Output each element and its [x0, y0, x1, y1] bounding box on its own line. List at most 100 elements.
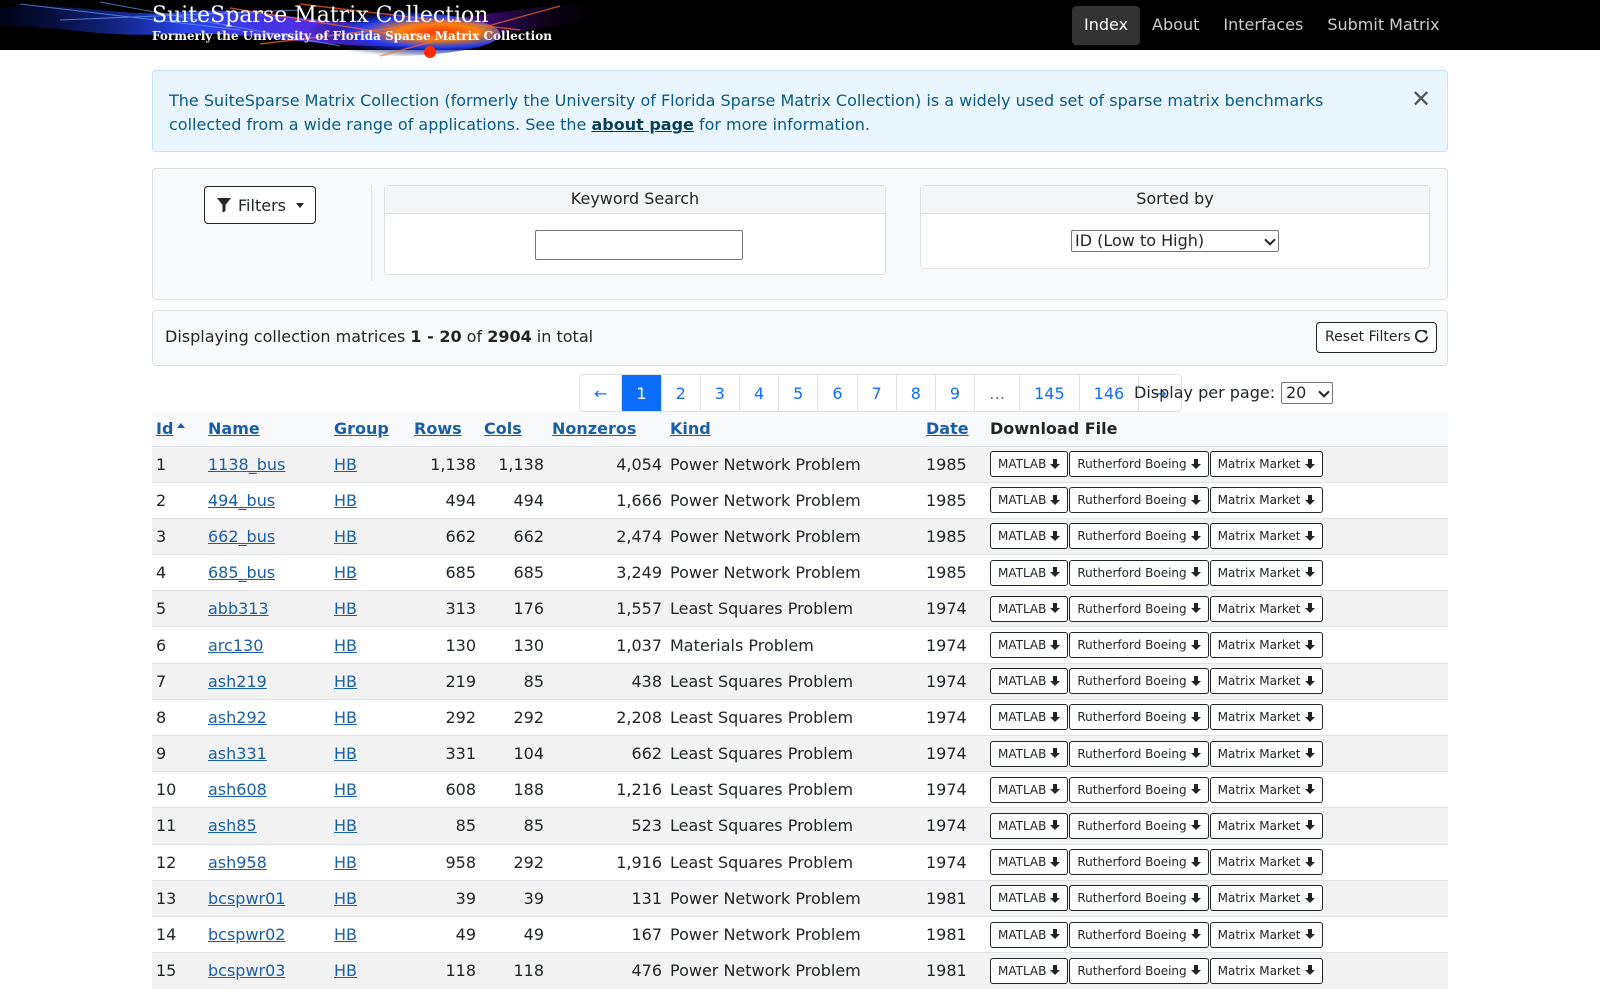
download-matrix-market-button[interactable]: Matrix Market [1209, 595, 1323, 622]
download-matlab-button[interactable]: MATLAB [990, 776, 1069, 803]
sort-by-name-link[interactable]: Name [208, 419, 260, 438]
nav-link-index[interactable]: Index [1072, 6, 1141, 45]
matrix-group-link[interactable]: HB [334, 636, 357, 655]
download-rutherford-boeing-button[interactable]: Rutherford Boeing [1069, 523, 1209, 550]
sort-by-cols-link[interactable]: Cols [484, 419, 522, 438]
download-matrix-market-button[interactable]: Matrix Market [1209, 740, 1323, 767]
sort-by-date-link[interactable]: Date [926, 419, 969, 438]
download-rutherford-boeing-button[interactable]: Rutherford Boeing [1069, 595, 1209, 622]
download-rutherford-boeing-button[interactable]: Rutherford Boeing [1069, 740, 1209, 767]
download-matlab-button[interactable]: MATLAB [990, 957, 1069, 984]
col-header-id[interactable]: Id [152, 412, 204, 446]
sort-select[interactable]: ID (Low to High) [1071, 230, 1279, 252]
sort-by-nonzeros-link[interactable]: Nonzeros [552, 419, 636, 438]
download-matrix-market-button[interactable]: Matrix Market [1209, 632, 1323, 659]
sort-by-id-link[interactable]: Id [156, 419, 173, 438]
matrix-name-link[interactable]: ash958 [208, 853, 267, 872]
matrix-name-link[interactable]: ash608 [208, 780, 267, 799]
download-matlab-button[interactable]: MATLAB [990, 849, 1069, 876]
nav-link-submit-matrix[interactable]: Submit Matrix [1315, 6, 1451, 45]
matrix-group-link[interactable]: HB [334, 889, 357, 908]
matrix-group-link[interactable]: HB [334, 599, 357, 618]
keyword-search-input[interactable] [535, 230, 743, 260]
matrix-group-link[interactable]: HB [334, 563, 357, 582]
matrix-group-link[interactable]: HB [334, 672, 357, 691]
matrix-name-link[interactable]: bcspwr03 [208, 961, 285, 980]
download-rutherford-boeing-button[interactable]: Rutherford Boeing [1069, 812, 1209, 839]
about-page-link[interactable]: about page [591, 115, 693, 134]
download-matrix-market-button[interactable]: Matrix Market [1209, 559, 1323, 586]
download-matlab-button[interactable]: MATLAB [990, 668, 1069, 695]
download-rutherford-boeing-button[interactable]: Rutherford Boeing [1069, 776, 1209, 803]
download-matlab-button[interactable]: MATLAB [990, 740, 1069, 767]
download-matrix-market-button[interactable]: Matrix Market [1209, 523, 1323, 550]
download-rutherford-boeing-button[interactable]: Rutherford Boeing [1069, 632, 1209, 659]
matrix-group-link[interactable]: HB [334, 744, 357, 763]
download-matlab-button[interactable]: MATLAB [990, 595, 1069, 622]
filters-dropdown-button[interactable]: Filters [204, 186, 316, 224]
page-link-4[interactable]: 4 [738, 375, 778, 411]
page-link-1[interactable]: 1 [621, 375, 661, 411]
download-matrix-market-button[interactable]: Matrix Market [1209, 668, 1323, 695]
download-rutherford-boeing-button[interactable]: Rutherford Boeing [1069, 704, 1209, 731]
download-rutherford-boeing-button[interactable]: Rutherford Boeing [1069, 559, 1209, 586]
matrix-group-link[interactable]: HB [334, 491, 357, 510]
download-matrix-market-button[interactable]: Matrix Market [1209, 885, 1323, 912]
page-link-8[interactable]: 8 [895, 375, 935, 411]
download-rutherford-boeing-button[interactable]: Rutherford Boeing [1069, 957, 1209, 984]
download-matrix-market-button[interactable]: Matrix Market [1209, 812, 1323, 839]
download-matlab-button[interactable]: MATLAB [990, 885, 1069, 912]
matrix-name-link[interactable]: bcspwr01 [208, 889, 285, 908]
brand-logo-art[interactable]: SuiteSparse Matrix Collection Formerly t… [0, 0, 620, 62]
download-matlab-button[interactable]: MATLAB [990, 559, 1069, 586]
sort-by-kind-link[interactable]: Kind [670, 419, 711, 438]
download-matrix-market-button[interactable]: Matrix Market [1209, 451, 1323, 478]
matrix-name-link[interactable]: arc130 [208, 636, 263, 655]
matrix-name-link[interactable]: 685_bus [208, 563, 275, 582]
sort-by-group-link[interactable]: Group [334, 419, 389, 438]
page-link-5[interactable]: 5 [778, 375, 817, 411]
col-header-group[interactable]: Group [330, 412, 410, 446]
download-matlab-button[interactable]: MATLAB [990, 921, 1069, 948]
page-link-3[interactable]: 3 [699, 375, 739, 411]
prev-page-link[interactable]: ← [580, 375, 621, 411]
col-header-date[interactable]: Date [922, 412, 986, 446]
col-header-rows[interactable]: Rows [410, 412, 480, 446]
per-page-select[interactable]: 20 [1281, 382, 1333, 404]
matrix-name-link[interactable]: ash331 [208, 744, 267, 763]
matrix-name-link[interactable]: 1138_bus [208, 455, 285, 474]
page-link-7[interactable]: 7 [856, 375, 896, 411]
nav-link-about[interactable]: About [1140, 6, 1211, 45]
matrix-name-link[interactable]: 494_bus [208, 491, 275, 510]
nav-link-interfaces[interactable]: Interfaces [1211, 6, 1315, 45]
page-link-2[interactable]: 2 [660, 375, 700, 411]
download-rutherford-boeing-button[interactable]: Rutherford Boeing [1069, 885, 1209, 912]
col-header-nonzeros[interactable]: Nonzeros [548, 412, 666, 446]
matrix-group-link[interactable]: HB [334, 925, 357, 944]
matrix-name-link[interactable]: bcspwr02 [208, 925, 285, 944]
download-rutherford-boeing-button[interactable]: Rutherford Boeing [1069, 451, 1209, 478]
download-matlab-button[interactable]: MATLAB [990, 632, 1069, 659]
matrix-name-link[interactable]: ash219 [208, 672, 267, 691]
page-link-146[interactable]: 146 [1078, 375, 1139, 411]
matrix-name-link[interactable]: abb313 [208, 599, 269, 618]
download-matlab-button[interactable]: MATLAB [990, 812, 1069, 839]
download-matrix-market-button[interactable]: Matrix Market [1209, 776, 1323, 803]
matrix-group-link[interactable]: HB [334, 527, 357, 546]
matrix-name-link[interactable]: 662_bus [208, 527, 275, 546]
download-matlab-button[interactable]: MATLAB [990, 523, 1069, 550]
matrix-group-link[interactable]: HB [334, 816, 357, 835]
matrix-name-link[interactable]: ash85 [208, 816, 257, 835]
download-matlab-button[interactable]: MATLAB [990, 451, 1069, 478]
download-matrix-market-button[interactable]: Matrix Market [1209, 921, 1323, 948]
download-matrix-market-button[interactable]: Matrix Market [1209, 957, 1323, 984]
download-matrix-market-button[interactable]: Matrix Market [1209, 849, 1323, 876]
matrix-group-link[interactable]: HB [334, 455, 357, 474]
matrix-group-link[interactable]: HB [334, 780, 357, 799]
close-icon[interactable]: ✕ [1409, 87, 1433, 111]
col-header-cols[interactable]: Cols [480, 412, 548, 446]
matrix-group-link[interactable]: HB [334, 853, 357, 872]
page-link-145[interactable]: 145 [1019, 375, 1079, 411]
sort-by-rows-link[interactable]: Rows [414, 419, 462, 438]
download-rutherford-boeing-button[interactable]: Rutherford Boeing [1069, 668, 1209, 695]
